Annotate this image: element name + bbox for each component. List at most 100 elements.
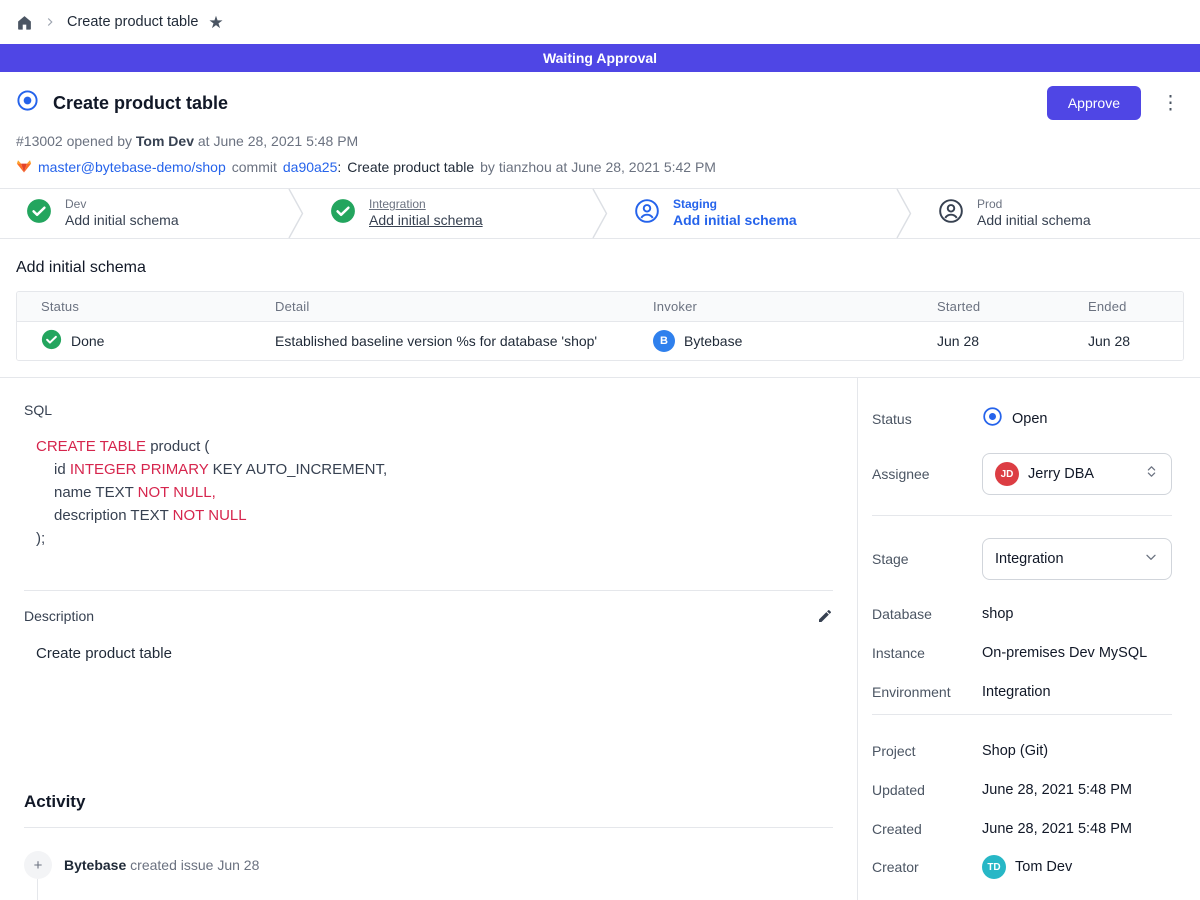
task-detail-cell: Established baseline version %s for data…: [251, 333, 629, 349]
sql-label: SQL: [24, 402, 833, 418]
activity-heading: Activity: [24, 792, 833, 812]
instance-label: Instance: [872, 645, 982, 661]
stage-task-label: Add initial schema: [65, 212, 179, 230]
main-panel: SQL CREATE TABLE product ( id INTEGER PR…: [0, 378, 858, 900]
pipeline-stage-prod[interactable]: Prod Add initial schema: [912, 189, 1200, 238]
instance-value: On-premises Dev MySQL: [982, 645, 1172, 661]
task-started-cell: Jun 28: [913, 333, 1064, 349]
task-table: Status Detail Invoker Started Ended Done…: [16, 291, 1184, 361]
stage-separator-chevron: [592, 189, 608, 238]
unfold-select-icon: [1144, 464, 1159, 484]
approve-button[interactable]: Approve: [1047, 86, 1141, 120]
task-invoker-cell: B Bytebase: [629, 330, 913, 352]
commit-message: Create product table: [347, 159, 474, 175]
stage-env-label: Prod: [977, 197, 1091, 212]
pipeline-stage-staging[interactable]: Staging Add initial schema: [608, 189, 896, 238]
divider: [872, 714, 1172, 715]
assignee-name: Jerry DBA: [1028, 466, 1135, 482]
stage-separator-chevron: [288, 189, 304, 238]
chevron-right-icon: [43, 15, 57, 29]
stage-select[interactable]: Integration: [982, 538, 1172, 580]
project-label: Project: [872, 743, 982, 759]
check-circle-icon: [26, 198, 52, 229]
assignee-select[interactable]: JD Jerry DBA: [982, 453, 1172, 495]
check-circle-icon: [330, 198, 356, 229]
col-status: Status: [17, 299, 251, 314]
page-title: Create product table: [53, 93, 228, 114]
stage-task-label: Add initial schema: [673, 212, 797, 230]
plus-icon: +: [24, 851, 52, 879]
status-banner: Waiting Approval: [0, 44, 1200, 72]
creator-name: Tom Dev: [1015, 859, 1072, 875]
environment-value: Integration: [982, 684, 1172, 700]
issue-open-radio-icon: [16, 89, 39, 117]
creator-label: Creator: [872, 859, 982, 875]
task-table-header: Status Detail Invoker Started Ended: [17, 292, 1183, 322]
database-label: Database: [872, 606, 982, 622]
breadcrumb-page-title: Create product table: [67, 14, 198, 30]
stage-label: Stage: [872, 551, 982, 567]
pipeline-stage-dev[interactable]: Dev Add initial schema: [0, 189, 288, 238]
task-ended-cell: Jun 28: [1064, 333, 1183, 349]
gitlab-icon: [16, 158, 32, 176]
task-status-text: Done: [71, 333, 104, 349]
divider: [872, 515, 1172, 516]
stage-separator-chevron: [896, 189, 912, 238]
col-invoker: Invoker: [629, 299, 913, 314]
divider: [24, 827, 833, 828]
stage-env-label: Staging: [673, 197, 797, 212]
issue-open-radio-icon: [982, 406, 1003, 431]
issue-meta: #13002 opened by Tom Dev at June 28, 202…: [16, 133, 1184, 149]
user-circle-icon: [938, 198, 964, 229]
edit-pencil-icon[interactable]: [817, 608, 833, 624]
activity-actor: Bytebase: [64, 857, 126, 873]
avatar: JD: [995, 462, 1019, 486]
issue-sidebar: Status Open Assignee JD Jerry DBA Stage: [858, 378, 1200, 900]
project-value: Shop (Git): [982, 743, 1172, 759]
check-circle-icon: [41, 329, 62, 353]
updated-value: June 28, 2021 5:48 PM: [982, 782, 1172, 798]
status-label: Status: [872, 411, 982, 427]
stage-env-label: Integration: [369, 197, 483, 212]
issue-header: Create product table Approve ⋮ #13002 op…: [0, 72, 1200, 188]
pipeline-stage-integration[interactable]: Integration Add initial schema: [304, 189, 592, 238]
status-value: Open: [982, 406, 1172, 431]
activity-action: created issue Jun 28: [130, 857, 259, 873]
divider: [24, 590, 833, 591]
commit-line: master@bytebase-demo/shop commit da90a25…: [16, 158, 1184, 176]
kebab-menu-icon[interactable]: ⋮: [1157, 92, 1184, 115]
invoker-name: Bytebase: [684, 333, 742, 349]
description-label: Description: [24, 608, 94, 624]
environment-label: Environment: [872, 684, 982, 700]
creator-value: TD Tom Dev: [982, 855, 1172, 879]
col-detail: Detail: [251, 299, 629, 314]
avatar: B: [653, 330, 675, 352]
table-row[interactable]: Done Established baseline version %s for…: [17, 322, 1183, 360]
created-label: Created: [872, 821, 982, 837]
activity-item: + Bytebase created issue Jun 28: [24, 851, 833, 879]
star-icon[interactable]: ★: [208, 14, 223, 31]
stage-env-label: Dev: [65, 197, 179, 212]
pipeline-stage-bar: Dev Add initial schema Integration Add i…: [0, 188, 1200, 239]
status-banner-text: Waiting Approval: [543, 50, 657, 66]
commit-branch-link[interactable]: master@bytebase-demo/shop: [38, 159, 226, 175]
commit-hash-link[interactable]: da90a25: [283, 159, 338, 175]
activity-thread-line: [37, 879, 38, 900]
task-section-title: Add initial schema: [16, 259, 1184, 277]
home-icon[interactable]: [16, 14, 33, 31]
assignee-label: Assignee: [872, 466, 982, 482]
description-text: Create product table: [36, 645, 833, 662]
avatar: TD: [982, 855, 1006, 879]
task-status-cell: Done: [17, 329, 251, 353]
issue-author: Tom Dev: [136, 133, 194, 149]
col-started: Started: [913, 299, 1064, 314]
breadcrumb: Create product table ★: [0, 0, 1200, 44]
stage-value: Integration: [995, 551, 1134, 567]
created-value: June 28, 2021 5:48 PM: [982, 821, 1172, 837]
stage-task-label: Add initial schema: [977, 212, 1091, 230]
updated-label: Updated: [872, 782, 982, 798]
stage-task-label: Add initial schema: [369, 212, 483, 230]
user-circle-icon: [634, 198, 660, 229]
database-value: shop: [982, 606, 1172, 622]
chevron-down-icon: [1143, 549, 1159, 570]
